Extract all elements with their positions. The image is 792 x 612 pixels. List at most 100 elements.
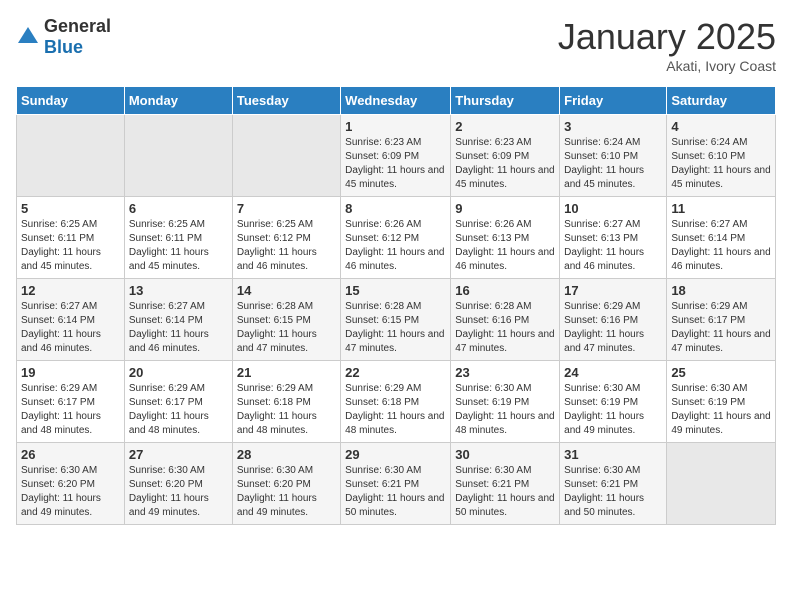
logo-text: General Blue <box>44 16 111 58</box>
calendar-week-row: 1 Sunrise: 6:23 AM Sunset: 6:09 PM Daylig… <box>17 115 776 197</box>
calendar-cell: 20 Sunrise: 6:29 AM Sunset: 6:17 PM Dayli… <box>124 361 232 443</box>
day-info: Sunrise: 6:30 AM Sunset: 6:20 PM Dayligh… <box>21 464 120 520</box>
day-info: Sunrise: 6:28 AM Sunset: 6:16 PM Dayligh… <box>455 300 555 356</box>
calendar-cell <box>232 115 340 197</box>
calendar-cell: 24 Sunrise: 6:30 AM Sunset: 6:19 PM Dayli… <box>560 361 667 443</box>
day-of-week-header: Sunday <box>17 87 125 115</box>
day-number: 30 <box>455 447 555 462</box>
calendar-cell: 7 Sunrise: 6:25 AM Sunset: 6:12 PM Daylig… <box>232 197 340 279</box>
day-info: Sunrise: 6:29 AM Sunset: 6:17 PM Dayligh… <box>671 300 771 356</box>
day-number: 14 <box>237 283 336 298</box>
day-number: 9 <box>455 201 555 216</box>
day-info: Sunrise: 6:30 AM Sunset: 6:20 PM Dayligh… <box>129 464 228 520</box>
day-number: 2 <box>455 119 555 134</box>
day-info: Sunrise: 6:30 AM Sunset: 6:21 PM Dayligh… <box>455 464 555 520</box>
day-of-week-header: Friday <box>560 87 667 115</box>
day-number: 4 <box>671 119 771 134</box>
calendar-cell: 5Sunrise: 6:25 AM Sunset: 6:11 PM Daylig… <box>17 197 125 279</box>
day-of-week-header: Saturday <box>667 87 776 115</box>
day-number: 7 <box>237 201 336 216</box>
calendar-cell: 2 Sunrise: 6:23 AM Sunset: 6:09 PM Daylig… <box>451 115 560 197</box>
title-block: January 2025 Akati, Ivory Coast <box>558 16 776 74</box>
day-number: 15 <box>345 283 446 298</box>
day-info: Sunrise: 6:29 AM Sunset: 6:17 PM Dayligh… <box>129 382 228 438</box>
month-title: January 2025 <box>558 16 776 58</box>
day-number: 10 <box>564 201 662 216</box>
day-number: 21 <box>237 365 336 380</box>
day-info: Sunrise: 6:30 AM Sunset: 6:19 PM Dayligh… <box>671 382 771 438</box>
day-number: 25 <box>671 365 771 380</box>
page-header: General Blue January 2025 Akati, Ivory C… <box>16 16 776 74</box>
day-number: 13 <box>129 283 228 298</box>
calendar-cell: 30 Sunrise: 6:30 AM Sunset: 6:21 PM Dayli… <box>451 443 560 525</box>
calendar-cell <box>124 115 232 197</box>
calendar-cell: 13Sunrise: 6:27 AM Sunset: 6:14 PM Dayli… <box>124 279 232 361</box>
day-info: Sunrise: 6:30 AM Sunset: 6:19 PM Dayligh… <box>564 382 662 438</box>
calendar-cell: 8Sunrise: 6:26 AM Sunset: 6:12 PM Daylig… <box>341 197 451 279</box>
calendar-cell: 28 Sunrise: 6:30 AM Sunset: 6:20 PM Dayli… <box>232 443 340 525</box>
day-info: Sunrise: 6:25 AM Sunset: 6:12 PM Dayligh… <box>237 218 336 274</box>
day-number: 23 <box>455 365 555 380</box>
calendar-week-row: 5 Sunrise: 6:25 AM Sunset: 6:11 PM Daylig… <box>17 197 776 279</box>
day-info: Sunrise: 6:28 AM Sunset: 6:15 PM Dayligh… <box>345 300 446 356</box>
day-number: 16 <box>455 283 555 298</box>
day-info: Sunrise: 6:27 AM Sunset: 6:14 PM Dayligh… <box>21 300 120 356</box>
calendar-cell: 14 Sunrise: 6:28 AM Sunset: 6:15 PM Dayli… <box>232 279 340 361</box>
calendar-cell: 4 Sunrise: 6:24 AM Sunset: 6:10 PM Daylig… <box>667 115 776 197</box>
day-number: 11 <box>671 201 771 216</box>
day-number: 1 <box>345 119 446 134</box>
day-of-week-header: Tuesday <box>232 87 340 115</box>
day-info: Sunrise: 6:28 AM Sunset: 6:15 PM Dayligh… <box>237 300 336 356</box>
calendar-cell: 11 Sunrise: 6:27 AM Sunset: 6:14 PM Dayli… <box>667 197 776 279</box>
day-info: Sunrise: 6:23 AM Sunset: 6:09 PM Dayligh… <box>345 136 446 192</box>
day-number: 6 <box>129 201 228 216</box>
calendar-cell: 18 Sunrise: 6:29 AM Sunset: 6:17 PM Dayli… <box>667 279 776 361</box>
day-number: 24 <box>564 365 662 380</box>
day-info: Sunrise: 6:23 AM Sunset: 6:09 PM Dayligh… <box>455 136 555 192</box>
logo-icon <box>16 25 40 49</box>
logo-general: General <box>44 16 111 36</box>
calendar-cell: 21Sunrise: 6:29 AM Sunset: 6:18 PM Dayli… <box>232 361 340 443</box>
day-number: 3 <box>564 119 662 134</box>
calendar-cell: 17 Sunrise: 6:29 AM Sunset: 6:16 PM Dayli… <box>560 279 667 361</box>
calendar-cell: 15 Sunrise: 6:28 AM Sunset: 6:15 PM Dayli… <box>341 279 451 361</box>
day-info: Sunrise: 6:30 AM Sunset: 6:20 PM Dayligh… <box>237 464 336 520</box>
day-number: 8 <box>345 201 446 216</box>
calendar-cell: 27 Sunrise: 6:30 AM Sunset: 6:20 PM Dayli… <box>124 443 232 525</box>
day-number: 28 <box>237 447 336 462</box>
day-info: Sunrise: 6:24 AM Sunset: 6:10 PM Dayligh… <box>564 136 662 192</box>
day-number: 12 <box>21 283 120 298</box>
day-number: 29 <box>345 447 446 462</box>
day-number: 31 <box>564 447 662 462</box>
day-info: Sunrise: 6:25 AM Sunset: 6:11 PM Dayligh… <box>129 218 228 274</box>
calendar-cell: 19Sunrise: 6:29 AM Sunset: 6:17 PM Dayli… <box>17 361 125 443</box>
calendar-cell: 22 Sunrise: 6:29 AM Sunset: 6:18 PM Dayli… <box>341 361 451 443</box>
logo: General Blue <box>16 16 111 58</box>
day-number: 5 <box>21 201 120 216</box>
day-of-week-header: Thursday <box>451 87 560 115</box>
day-info: Sunrise: 6:29 AM Sunset: 6:16 PM Dayligh… <box>564 300 662 356</box>
calendar-cell: 10Sunrise: 6:27 AM Sunset: 6:13 PM Dayli… <box>560 197 667 279</box>
calendar-cell: 16 Sunrise: 6:28 AM Sunset: 6:16 PM Dayli… <box>451 279 560 361</box>
calendar-week-row: 12 Sunrise: 6:27 AM Sunset: 6:14 PM Dayli… <box>17 279 776 361</box>
calendar-cell: 12 Sunrise: 6:27 AM Sunset: 6:14 PM Dayli… <box>17 279 125 361</box>
day-number: 20 <box>129 365 228 380</box>
calendar-cell: 31Sunrise: 6:30 AM Sunset: 6:21 PM Dayli… <box>560 443 667 525</box>
day-number: 26 <box>21 447 120 462</box>
calendar-cell: 26 Sunrise: 6:30 AM Sunset: 6:20 PM Dayli… <box>17 443 125 525</box>
calendar-cell: 1 Sunrise: 6:23 AM Sunset: 6:09 PM Daylig… <box>341 115 451 197</box>
day-number: 17 <box>564 283 662 298</box>
day-info: Sunrise: 6:24 AM Sunset: 6:10 PM Dayligh… <box>671 136 771 192</box>
calendar-week-row: 19Sunrise: 6:29 AM Sunset: 6:17 PM Dayli… <box>17 361 776 443</box>
day-info: Sunrise: 6:27 AM Sunset: 6:14 PM Dayligh… <box>671 218 771 274</box>
day-number: 18 <box>671 283 771 298</box>
calendar-body: 1 Sunrise: 6:23 AM Sunset: 6:09 PM Daylig… <box>17 115 776 525</box>
day-info: Sunrise: 6:30 AM Sunset: 6:21 PM Dayligh… <box>345 464 446 520</box>
day-info: Sunrise: 6:29 AM Sunset: 6:17 PM Dayligh… <box>21 382 120 438</box>
day-number: 22 <box>345 365 446 380</box>
calendar-cell: 3 Sunrise: 6:24 AM Sunset: 6:10 PM Daylig… <box>560 115 667 197</box>
day-of-week-header: Monday <box>124 87 232 115</box>
logo-blue: Blue <box>44 37 83 57</box>
day-info: Sunrise: 6:29 AM Sunset: 6:18 PM Dayligh… <box>345 382 446 438</box>
day-number: 27 <box>129 447 228 462</box>
